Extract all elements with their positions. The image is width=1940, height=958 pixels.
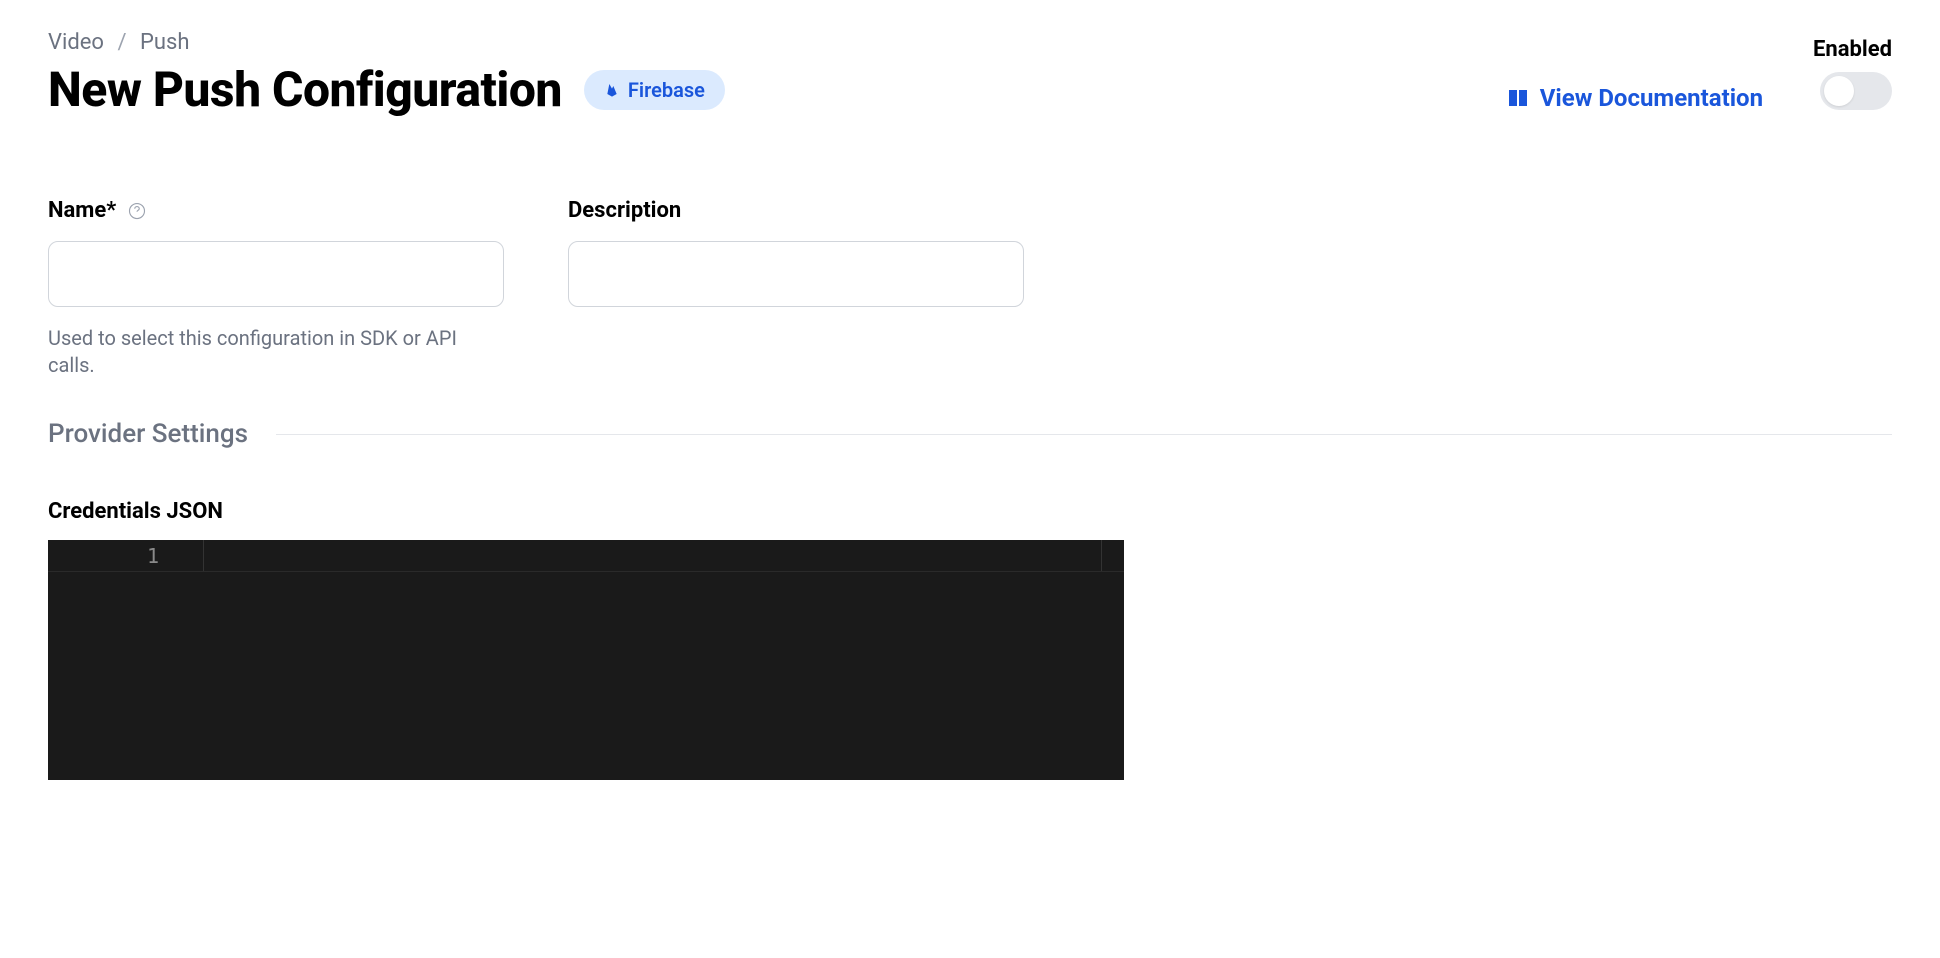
editor-body[interactable] [48, 572, 1124, 778]
breadcrumb: Video / Push [48, 30, 1506, 55]
book-icon [1506, 86, 1530, 110]
view-documentation-label: View Documentation [1540, 84, 1763, 112]
editor-line-content[interactable] [204, 540, 1102, 571]
provider-settings-title: Provider Settings [48, 419, 248, 449]
breadcrumb-push[interactable]: Push [140, 30, 189, 55]
name-hint: Used to select this configuration in SDK… [48, 325, 504, 379]
description-label: Description [568, 198, 1024, 223]
view-documentation-link[interactable]: View Documentation [1506, 84, 1763, 112]
enabled-toggle[interactable] [1820, 72, 1892, 110]
breadcrumb-video[interactable]: Video [48, 30, 104, 55]
name-label-text: Name* [48, 198, 116, 223]
question-circle-icon [128, 202, 146, 220]
section-divider-line [276, 434, 1892, 435]
name-help-icon[interactable] [128, 202, 146, 220]
firebase-icon [604, 82, 620, 98]
credentials-json-label: Credentials JSON [48, 499, 1892, 524]
enabled-label: Enabled [1813, 37, 1892, 62]
editor-line-number: 1 [48, 540, 204, 571]
name-input[interactable] [48, 241, 504, 307]
provider-badge-label: Firebase [628, 78, 705, 102]
name-label: Name* [48, 198, 504, 223]
page-title: New Push Configuration [48, 61, 562, 118]
toggle-knob [1824, 76, 1854, 106]
provider-badge: Firebase [584, 70, 725, 110]
credentials-json-editor[interactable]: 1 [48, 540, 1124, 780]
description-input[interactable] [568, 241, 1024, 307]
breadcrumb-separator: / [117, 30, 126, 55]
